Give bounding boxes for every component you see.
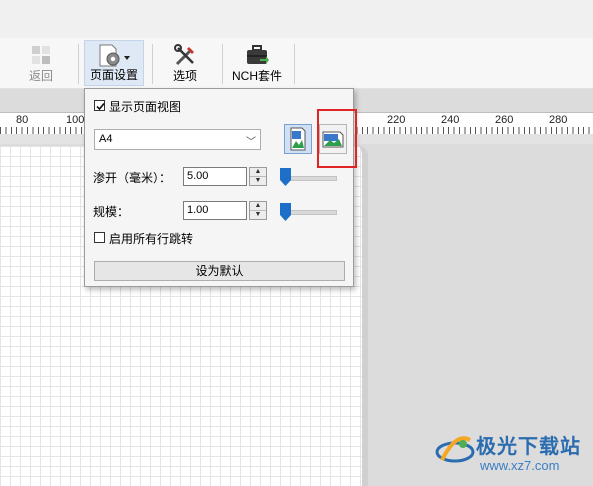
nch-suite-icon xyxy=(247,45,269,64)
enable-all-line-jumps-label: 启用所有行跳转 xyxy=(109,232,194,246)
scale-value: 1.00 xyxy=(187,204,209,216)
page-settings-popup: 显示页面视图 A4 ﹀ 渗开（毫米）： 5.00 ▲ ▼ 规模： 1.00 ▲ … xyxy=(84,88,354,287)
set-default-button[interactable]: 设为默认 xyxy=(94,261,345,281)
bleed-input[interactable]: 5.00 xyxy=(183,167,247,186)
show-page-view-label: 显示页面视图 xyxy=(109,100,182,114)
scale-spinner[interactable]: ▲ ▼ xyxy=(249,201,267,220)
toolbar-separator xyxy=(78,44,79,84)
page-setup-button[interactable]: 页面设置 xyxy=(84,40,144,86)
toolbar-separator xyxy=(294,44,295,84)
ruler-label: 100 xyxy=(66,114,85,126)
checkbox-icon xyxy=(96,103,105,111)
ruler-label: 80 xyxy=(16,114,29,126)
portrait-icon xyxy=(290,127,306,151)
nch-suite-button[interactable]: NCH套件 xyxy=(229,40,285,86)
back-button[interactable]: 返回 xyxy=(18,40,64,86)
page-setup-icon xyxy=(99,44,130,67)
scale-label: 规模： xyxy=(93,205,130,219)
bleed-value: 5.00 xyxy=(187,170,209,182)
ruler-label: 260 xyxy=(495,114,514,126)
bleed-slider-thumb[interactable] xyxy=(280,168,291,186)
spin-up-icon[interactable]: ▲ xyxy=(250,168,266,177)
dropdown-arrow-icon xyxy=(124,56,130,60)
paper-size-select[interactable]: A4 ﹀ xyxy=(94,129,261,150)
ruler-label: 240 xyxy=(441,114,460,126)
highlight-box xyxy=(317,109,357,168)
spin-down-icon[interactable]: ▼ xyxy=(250,211,266,219)
watermark-url: www.xz7.com xyxy=(480,458,560,473)
ruler-label: 280 xyxy=(549,114,568,126)
scale-slider-thumb[interactable] xyxy=(280,203,291,221)
toolbar: 返回 页面设置 选项 NCH套件 xyxy=(0,38,593,89)
bleed-label: 渗开（毫米）： xyxy=(93,171,172,185)
portrait-orientation-button[interactable] xyxy=(284,124,312,154)
watermark-logo xyxy=(435,436,475,463)
toolbar-separator xyxy=(222,44,223,84)
watermark: 极光下载站 www.xz7.com xyxy=(432,428,587,478)
bleed-spinner[interactable]: ▲ ▼ xyxy=(249,167,267,186)
back-label: 返回 xyxy=(28,69,53,83)
spin-down-icon[interactable]: ▼ xyxy=(250,177,266,185)
ruler-label: 220 xyxy=(387,114,406,126)
toolbar-separator xyxy=(152,44,153,84)
options-icon xyxy=(174,44,194,66)
enable-all-line-jumps-checkbox[interactable] xyxy=(94,232,105,243)
page-setup-label: 页面设置 xyxy=(89,68,138,82)
back-icon xyxy=(32,46,50,64)
options-button[interactable]: 选项 xyxy=(160,40,210,86)
watermark-title: 极光下载站 xyxy=(476,436,581,458)
paper-size-value: A4 xyxy=(99,133,113,145)
chevron-down-icon: ﹀ xyxy=(246,137,256,148)
nch-suite-label: NCH套件 xyxy=(232,69,282,83)
options-label: 选项 xyxy=(172,69,197,83)
title-bar xyxy=(0,0,593,38)
scale-input[interactable]: 1.00 xyxy=(183,201,247,220)
show-page-view-checkbox[interactable] xyxy=(94,100,105,111)
spin-up-icon[interactable]: ▲ xyxy=(250,202,266,211)
